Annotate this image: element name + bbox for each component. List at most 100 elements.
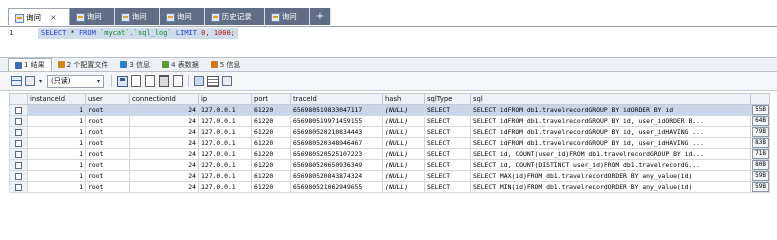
cell-instanceId[interactable]: 1 <box>27 104 86 116</box>
query-tab-1[interactable]: 询问 <box>69 8 115 25</box>
blob-size-badge[interactable]: 71B <box>752 149 769 159</box>
cell-ip[interactable]: 127.0.0.1 <box>198 126 252 138</box>
cell-connectionId[interactable]: 24 <box>129 170 199 182</box>
cell-traceId[interactable]: 656980520348946467 <box>290 137 383 149</box>
cell-ip[interactable]: 127.0.0.1 <box>198 159 252 171</box>
cell-port[interactable]: 61220 <box>251 115 291 127</box>
cell-port[interactable]: 61220 <box>251 137 291 149</box>
cell-user[interactable]: root <box>85 170 130 182</box>
cell-sql-size[interactable]: 79B <box>750 126 770 138</box>
cell-traceId[interactable]: 656980520525107223 <box>290 148 383 160</box>
text-view-icon[interactable] <box>193 75 205 87</box>
query-tab-4[interactable]: 历史记录 <box>204 8 265 25</box>
copy-icon[interactable] <box>130 75 142 87</box>
blob-size-badge[interactable]: 59B <box>752 171 769 181</box>
cell-sql-size[interactable]: 64B <box>750 115 770 127</box>
row-select-checkbox[interactable] <box>9 104 28 116</box>
row-select-checkbox[interactable] <box>9 181 28 193</box>
cell-sql[interactable]: SELECT idFROM db1.travelrecordGROUP BY i… <box>470 115 751 127</box>
readonly-select[interactable]: (只读) ▾ <box>47 74 105 88</box>
cell-sql[interactable]: SELECT idFROM db1.travelrecordGROUP BY i… <box>470 137 751 149</box>
blob-size-badge[interactable]: 80B <box>752 160 769 170</box>
row-select-checkbox[interactable] <box>9 170 28 182</box>
table-row[interactable]: 1 root 24 127.0.0.1 61220 656980519833047117(… <box>9 104 770 116</box>
cell-user[interactable]: root <box>85 115 130 127</box>
column-header-hash[interactable]: hash <box>382 93 425 105</box>
cell-ip[interactable]: 127.0.0.1 <box>198 148 252 160</box>
cell-sqlType[interactable]: SELECT <box>424 115 471 127</box>
cell-sql-size[interactable]: 80B <box>750 159 770 171</box>
cell-instanceId[interactable]: 1 <box>27 126 86 138</box>
cell-hash[interactable]: (NULL) <box>382 137 425 149</box>
column-header-traceId[interactable]: traceId <box>290 93 383 105</box>
cell-traceId[interactable]: 656980520650936349 <box>290 159 383 171</box>
table-row[interactable]: 1 root 24 127.0.0.1 61220 656980519971459155(… <box>9 115 770 127</box>
delete-icon[interactable] <box>158 75 170 87</box>
column-header-ip[interactable]: ip <box>198 93 252 105</box>
cell-sql-size[interactable]: 55B <box>750 104 770 116</box>
result-tab-5[interactable]: 5 信息 <box>205 58 247 71</box>
column-header-user[interactable]: user <box>85 93 130 105</box>
row-select-checkbox[interactable] <box>9 159 28 171</box>
cell-sql[interactable]: SELECT idFROM db1.travelrecordGROUP BY i… <box>470 126 751 138</box>
blob-size-badge[interactable]: 83B <box>752 138 769 148</box>
query-tab-0[interactable]: 询问 × <box>8 8 70 25</box>
column-header-sqlType[interactable]: sqlType <box>424 93 471 105</box>
cell-user[interactable]: root <box>85 126 130 138</box>
cell-ip[interactable]: 127.0.0.1 <box>198 115 252 127</box>
cell-sql-size[interactable]: 83B <box>750 137 770 149</box>
cell-sql[interactable]: SELECT id, COUNT(user_id)FROM db1.travel… <box>470 148 751 160</box>
query-tab-2[interactable]: 询问 <box>114 8 160 25</box>
filter-icon[interactable] <box>172 75 184 87</box>
column-header-port[interactable]: port <box>251 93 291 105</box>
cell-hash[interactable]: (NULL) <box>382 126 425 138</box>
grid-view-icon[interactable] <box>10 75 22 87</box>
table-row[interactable]: 1 root 24 127.0.0.1 61220 656980520348946467(… <box>9 137 770 149</box>
cell-traceId[interactable]: 656980521062949655 <box>290 181 383 193</box>
cell-connectionId[interactable]: 24 <box>129 137 199 149</box>
cell-sqlType[interactable]: SELECT <box>424 159 471 171</box>
column-header-sql[interactable]: sql <box>470 93 751 105</box>
result-tab-4[interactable]: 4 表数据 <box>156 58 205 71</box>
result-tab-2[interactable]: 2 个配置文件 <box>52 58 115 71</box>
result-tab-3[interactable]: 3 信息 <box>114 58 156 71</box>
cell-sql[interactable]: SELECT id, COUNT(DISTINCT user_id)FROM d… <box>470 159 751 171</box>
cell-port[interactable]: 61220 <box>251 126 291 138</box>
cell-user[interactable]: root <box>85 181 130 193</box>
cell-traceId[interactable]: 656980520843874324 <box>290 170 383 182</box>
new-query-tab-button[interactable]: + <box>309 8 332 25</box>
cell-sqlType[interactable]: SELECT <box>424 170 471 182</box>
cell-hash[interactable]: (NULL) <box>382 104 425 116</box>
cell-connectionId[interactable]: 24 <box>129 159 199 171</box>
query-tab-3[interactable]: 询问 <box>159 8 205 25</box>
cell-ip[interactable]: 127.0.0.1 <box>198 181 252 193</box>
sql-query-line[interactable]: SELECT * FROM `mycat`.`sql_log` LIMIT 0,… <box>38 28 238 39</box>
cell-user[interactable]: root <box>85 104 130 116</box>
cell-sql[interactable]: SELECT MAX(id)FROM db1.travelrecordORDER… <box>470 170 751 182</box>
cell-user[interactable]: root <box>85 159 130 171</box>
cell-hash[interactable]: (NULL) <box>382 159 425 171</box>
cell-user[interactable]: root <box>85 148 130 160</box>
query-tab-5[interactable]: 询问 <box>264 8 310 25</box>
table-row[interactable]: 1 root 24 127.0.0.1 61220 656980520525107223(… <box>9 148 770 160</box>
cell-traceId[interactable]: 656980520210834443 <box>290 126 383 138</box>
cell-sqlType[interactable]: SELECT <box>424 126 471 138</box>
cell-sqlType[interactable]: SELECT <box>424 104 471 116</box>
table-row[interactable]: 1 root 24 127.0.0.1 61220 656980520843874324(… <box>9 170 770 182</box>
cell-port[interactable]: 61220 <box>251 148 291 160</box>
cell-connectionId[interactable]: 24 <box>129 126 199 138</box>
cell-user[interactable]: root <box>85 137 130 149</box>
cell-port[interactable]: 61220 <box>251 159 291 171</box>
cell-ip[interactable]: 127.0.0.1 <box>198 104 252 116</box>
column-header-instanceId[interactable]: instanceId <box>27 93 86 105</box>
cell-sql[interactable]: SELECT idFROM db1.travelrecordGROUP BY i… <box>470 104 751 116</box>
cell-sql-size[interactable]: 59B <box>750 170 770 182</box>
cell-instanceId[interactable]: 1 <box>27 181 86 193</box>
cell-hash[interactable]: (NULL) <box>382 170 425 182</box>
export-icon[interactable] <box>24 75 36 87</box>
cell-sql-size[interactable]: 71B <box>750 148 770 160</box>
cell-instanceId[interactable]: 1 <box>27 148 86 160</box>
paste-icon[interactable] <box>144 75 156 87</box>
cell-port[interactable]: 61220 <box>251 181 291 193</box>
cell-sqlType[interactable]: SELECT <box>424 137 471 149</box>
